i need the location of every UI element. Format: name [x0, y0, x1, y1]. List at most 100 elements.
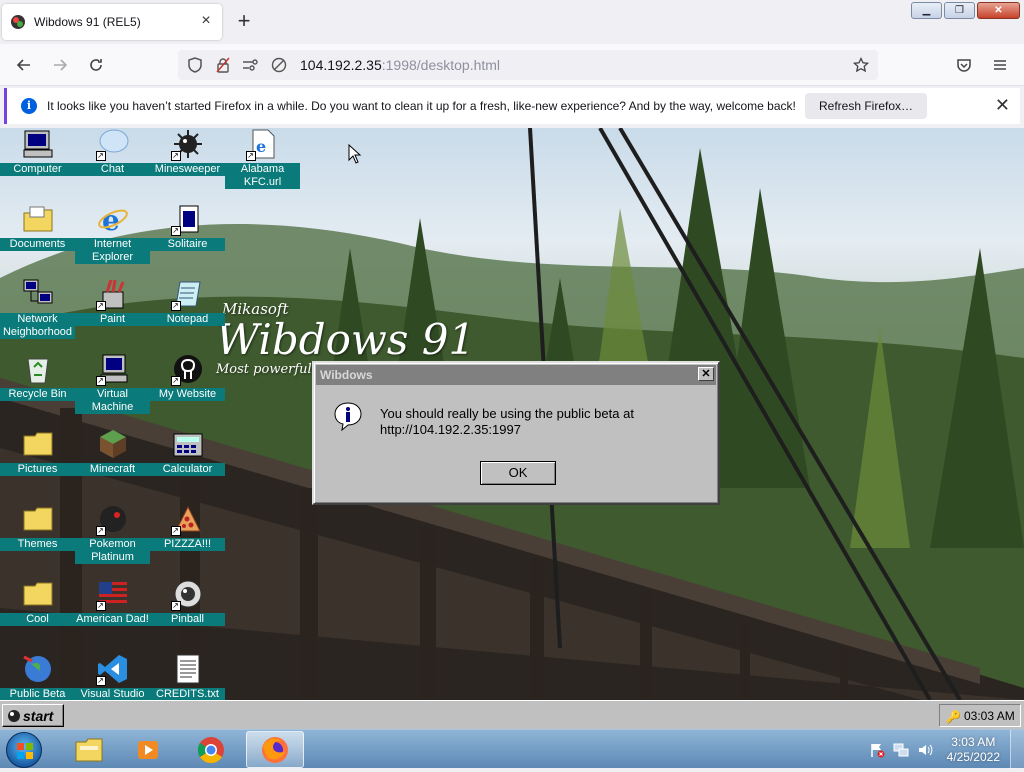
- new-tab-button[interactable]: +: [232, 10, 256, 34]
- desktop-icon-minesweeper[interactable]: ↗ Minesweeper: [150, 128, 225, 176]
- desktop-icon-minecraft[interactable]: Minecraft: [75, 428, 150, 476]
- window-close-button[interactable]: ✕: [977, 2, 1020, 19]
- svg-text:e: e: [256, 137, 266, 156]
- refresh-firefox-button[interactable]: Refresh Firefox…: [805, 93, 928, 119]
- autoplay-blocked-icon[interactable]: [268, 54, 290, 76]
- desktop-icon-pokemon-platinum[interactable]: ↗ Pokemon Platinum: [75, 503, 150, 564]
- shortcut-arrow-icon: ↗: [95, 151, 106, 161]
- ok-button[interactable]: OK: [480, 461, 556, 485]
- network-status-icon[interactable]: [893, 742, 909, 758]
- taskbar-firefox[interactable]: [246, 731, 304, 768]
- minecraft-icon: [97, 428, 129, 460]
- pocket-icon: [957, 59, 971, 72]
- url-text[interactable]: 104.192.2.35:1998/desktop.html: [300, 57, 500, 73]
- desktop-icon-public-beta[interactable]: Public Beta: [0, 653, 75, 700]
- shortcut-arrow-icon: ↗: [170, 376, 181, 386]
- desktop-icon-label: Visual Studio: [75, 688, 150, 700]
- desktop-icon-notepad[interactable]: ↗ Notepad: [150, 278, 225, 326]
- tab-close-icon[interactable]: ×: [198, 13, 214, 30]
- solitaire-icon: ↗: [170, 203, 204, 236]
- taskbar-media-player[interactable]: [120, 731, 178, 768]
- desktop-icon-themes[interactable]: Themes: [0, 503, 75, 551]
- pinball-icon: ↗: [170, 578, 204, 611]
- dialog-close-button[interactable]: ✕: [698, 367, 714, 381]
- reload-button[interactable]: [84, 53, 108, 77]
- pocket-button[interactable]: [952, 53, 976, 77]
- github-icon: ↗: [170, 353, 204, 386]
- windows-start-orb[interactable]: [6, 732, 42, 768]
- desktop-icon-label: CREDITS.txt: [150, 688, 225, 700]
- desktop-icon-documents[interactable]: Documents: [0, 203, 75, 251]
- dialog-message: You should really be using the public be…: [380, 406, 634, 438]
- dialog-message-line1: You should really be using the public be…: [380, 406, 634, 421]
- desktop-icon-internet-explorer[interactable]: e Internet Explorer: [75, 203, 150, 264]
- windows-logo-icon: [17, 743, 33, 759]
- desktop-icon-visual-studio[interactable]: ↗ Visual Studio: [75, 653, 150, 700]
- desktop-icon-cool[interactable]: Cool: [0, 578, 75, 626]
- desktop-icon-label: PIZZZA!!!: [150, 538, 225, 551]
- shortcut-arrow-icon: ↗: [95, 601, 106, 611]
- desktop-icon-computer[interactable]: Computer: [0, 128, 75, 176]
- tracking-shield-icon[interactable]: [184, 54, 206, 76]
- taskbar-chrome[interactable]: [182, 731, 240, 768]
- desktop-icon-pizzza[interactable]: ↗ PIZZZA!!!: [150, 503, 225, 551]
- desktop-icon-label: Public Beta: [0, 688, 75, 700]
- dialog-body: You should really be using the public be…: [314, 387, 718, 457]
- desktop-icon-label: Minesweeper: [150, 163, 225, 176]
- firefox-icon: [262, 736, 288, 763]
- desktop-icon-recycle-bin[interactable]: Recycle Bin: [0, 353, 75, 401]
- minimize-button[interactable]: ▁: [911, 2, 942, 19]
- start-label: start: [23, 707, 54, 724]
- internet-shortcut-icon: e ↗: [245, 128, 279, 161]
- desktop-icon-virtual-machine[interactable]: ↗ Virtual Machine: [75, 353, 150, 414]
- shortcut-arrow-icon: ↗: [95, 526, 106, 536]
- wibdows-clock: 03:03 AM: [964, 708, 1015, 723]
- desktop-icon-american-dad[interactable]: ↗ American Dad!: [75, 578, 150, 626]
- restore-button[interactable]: ❐: [944, 2, 975, 19]
- desktop-icon-label: Solitaire: [150, 238, 225, 251]
- desktop-icon-network-neighborhood[interactable]: Network Neighborhood: [0, 278, 75, 339]
- taskbar-file-explorer[interactable]: [60, 731, 118, 768]
- message-dialog: Wibdows ✕ You should really be using the…: [312, 361, 720, 505]
- insecure-lock-icon[interactable]: [212, 54, 234, 76]
- us-flag-icon: ↗: [95, 578, 129, 611]
- pizza-icon: ↗: [170, 503, 204, 536]
- address-bar[interactable]: 104.192.2.35:1998/desktop.html: [178, 50, 878, 80]
- browser-tab[interactable]: Wibdows 91 (REL5) ×: [2, 4, 222, 40]
- desktop-icon-pinball[interactable]: ↗ Pinball: [150, 578, 225, 626]
- window-controls: ▁ ❐ ✕: [911, 2, 1020, 19]
- desktop-icon-my-website[interactable]: ↗ My Website: [150, 353, 225, 401]
- file-explorer-icon: [75, 738, 103, 761]
- show-desktop-button[interactable]: [1010, 730, 1024, 769]
- desktop-icon-label: American Dad!: [75, 613, 150, 626]
- key-icon[interactable]: 🔑: [946, 710, 961, 724]
- desktop-icon-alabama-kfc[interactable]: e ↗ Alabama KFC.url: [225, 128, 300, 189]
- url-host: 104.192.2.35: [300, 57, 382, 73]
- permissions-icon[interactable]: [240, 54, 262, 76]
- desktop-icon-label: Chat: [75, 163, 150, 176]
- forward-button[interactable]: [48, 53, 72, 77]
- start-button[interactable]: start: [2, 704, 64, 727]
- dialog-titlebar[interactable]: Wibdows ✕: [316, 365, 716, 385]
- shortcut-arrow-icon: ↗: [170, 526, 181, 536]
- documents-folder-icon: [22, 203, 54, 235]
- desktop-icon-label: Computer: [0, 163, 75, 176]
- desktop-icon-solitaire[interactable]: ↗ Solitaire: [150, 203, 225, 251]
- desktop-icon-chat[interactable]: ↗ Chat: [75, 128, 150, 176]
- action-center-flag-icon[interactable]: [869, 742, 885, 758]
- desktop-icon-credits[interactable]: CREDITS.txt: [150, 653, 225, 700]
- desktop-icon-calculator[interactable]: Calculator: [150, 428, 225, 476]
- brand-title: Wibdows 91: [216, 315, 476, 364]
- desktop-icon-paint[interactable]: ↗ Paint: [75, 278, 150, 326]
- back-button[interactable]: [12, 53, 36, 77]
- hamburger-menu-icon: [994, 60, 1006, 70]
- desktop-icon-label: Paint: [75, 313, 150, 326]
- desktop-icon-pictures[interactable]: Pictures: [0, 428, 75, 476]
- notification-close-icon[interactable]: ✕: [995, 96, 1010, 114]
- bookmark-star-icon[interactable]: [850, 54, 872, 76]
- os-clock[interactable]: 3:03 AM 4/25/2022: [947, 735, 1000, 765]
- menu-button[interactable]: [988, 53, 1012, 77]
- media-player-icon: [138, 740, 158, 759]
- calculator-icon: [172, 428, 204, 460]
- volume-icon[interactable]: [917, 742, 933, 758]
